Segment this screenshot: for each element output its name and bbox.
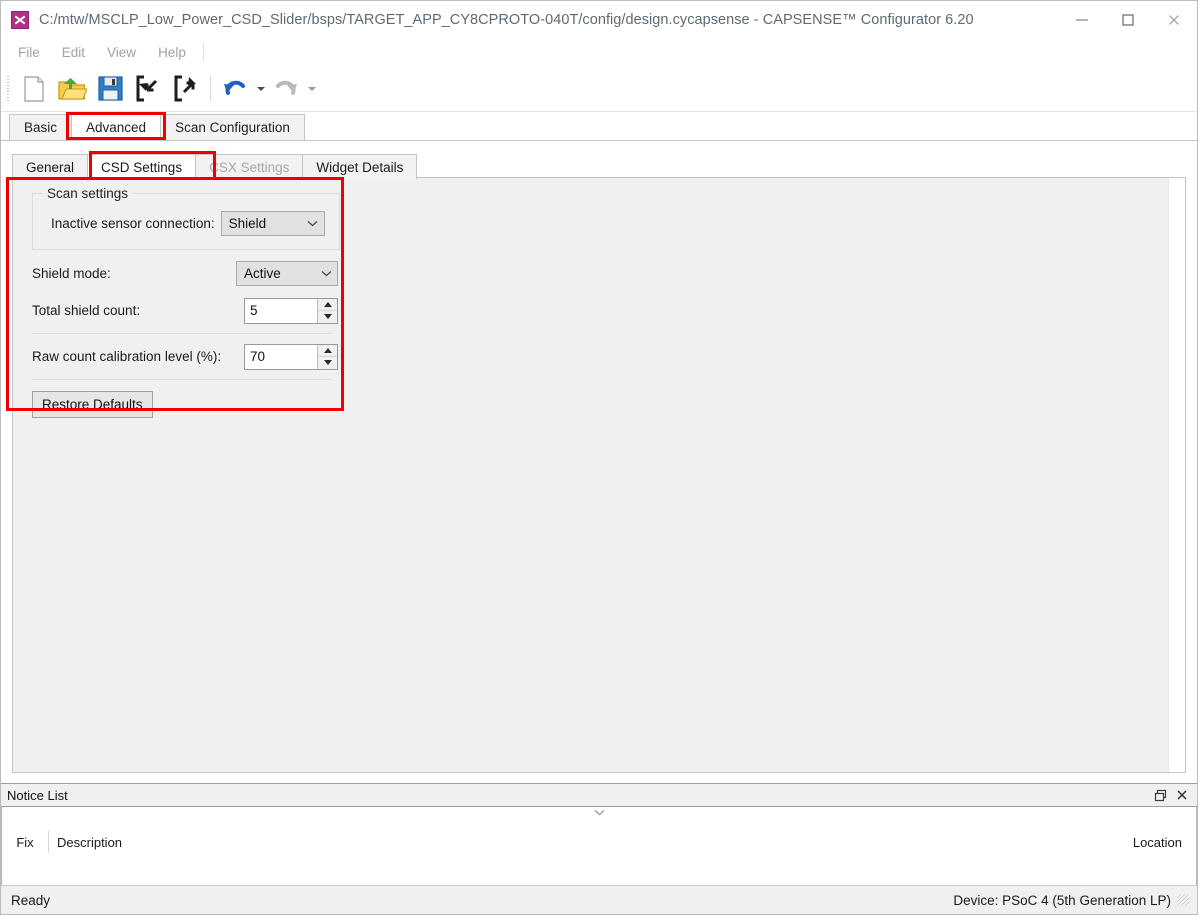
chevron-down-icon [315, 270, 337, 277]
total-shield-count-spinbox[interactable]: 5 [244, 297, 338, 324]
tab-general[interactable]: General [12, 154, 89, 179]
inactive-sensor-connection-label: Inactive sensor connection: [51, 216, 215, 231]
panel-vertical-scrollbar[interactable] [1168, 178, 1185, 772]
maximize-icon[interactable] [1105, 5, 1151, 35]
status-message: Ready [11, 892, 51, 908]
form-divider [32, 333, 332, 334]
close-icon[interactable] [1151, 5, 1197, 35]
notice-list-title: Notice List [7, 787, 68, 803]
scan-settings-group-title: Scan settings [43, 186, 133, 201]
menu-item-help[interactable]: Help [147, 41, 197, 64]
primary-tab-bar: Basic Advanced Scan Configuration [1, 112, 1197, 141]
restore-defaults-button[interactable]: Restore Defaults [32, 391, 153, 418]
window-controls [1059, 1, 1197, 38]
application-window: C:/mtw/MSCLP_Low_Power_CSD_Slider/bsps/T… [0, 0, 1198, 915]
row-shield-mode: Shield mode: Active [18, 258, 348, 289]
column-header-description[interactable]: Description [48, 831, 1125, 853]
total-shield-count-label: Total shield count: [32, 303, 141, 318]
row-raw-count-calibration-level: Raw count calibration level (%): 70 [18, 341, 348, 372]
status-bar: Ready Device: PSoC 4 (5th Generation LP) [1, 885, 1197, 914]
redo-icon [267, 70, 305, 108]
toolbar-drag-handle[interactable] [5, 75, 11, 102]
tab-scan-configuration[interactable]: Scan Configuration [160, 114, 305, 140]
redo-dropdown-arrow[interactable] [305, 70, 318, 108]
device-label: Device: PSoC 4 (5th Generation LP) [953, 892, 1171, 908]
raw-count-calibration-level-stepper [317, 344, 337, 369]
total-shield-count-stepper [317, 298, 337, 323]
menu-item-view[interactable]: View [96, 41, 147, 64]
tab-csd-settings[interactable]: CSD Settings [87, 154, 197, 179]
notice-list-header: Notice List [1, 784, 1197, 807]
save-icon[interactable] [91, 70, 129, 108]
notice-list-columns: Fix Description Location [2, 831, 1196, 853]
secondary-tab-bar: General CSD Settings CSX Settings Widget… [12, 153, 418, 179]
tab-widget-details[interactable]: Widget Details [302, 154, 418, 179]
menu-item-file[interactable]: File [7, 41, 51, 64]
menu-divider [202, 42, 204, 62]
row-total-shield-count: Total shield count: 5 [18, 295, 348, 326]
menu-item-edit[interactable]: Edit [51, 41, 96, 64]
resize-grip[interactable] [1177, 894, 1189, 906]
stepper-up-icon[interactable] [318, 345, 337, 357]
raw-count-calibration-level-value[interactable]: 70 [245, 345, 317, 369]
chevron-down-icon[interactable] [2, 808, 1196, 817]
column-header-location[interactable]: Location [1125, 831, 1196, 853]
scan-settings-form: Scan settings Inactive sensor connection… [18, 183, 348, 418]
open-folder-icon[interactable] [53, 70, 91, 108]
tab-csx-settings: CSX Settings [195, 154, 304, 179]
close-icon[interactable] [1171, 786, 1193, 804]
content-region: General CSD Settings CSX Settings Widget… [1, 141, 1197, 783]
undo-icon[interactable] [216, 70, 254, 108]
notice-list-dock: Notice List Fix Description Location [1, 783, 1197, 885]
stepper-down-icon[interactable] [318, 311, 337, 323]
float-window-icon[interactable] [1149, 786, 1171, 804]
shield-mode-value: Active [244, 266, 281, 281]
scan-settings-group: Scan settings Inactive sensor connection… [32, 186, 340, 250]
stepper-up-icon[interactable] [318, 299, 337, 311]
raw-count-calibration-level-spinbox[interactable]: 70 [244, 343, 338, 370]
row-inactive-sensor-connection: Inactive sensor connection: Shield [43, 208, 329, 239]
column-header-fix[interactable]: Fix [2, 831, 48, 853]
toolbar-divider [210, 75, 211, 102]
inactive-sensor-connection-value: Shield [228, 216, 267, 231]
raw-count-calibration-level-label: Raw count calibration level (%): [32, 349, 222, 364]
export-icon[interactable] [167, 70, 205, 108]
chevron-down-icon [302, 220, 324, 227]
menu-bar: File Edit View Help [1, 38, 1197, 66]
tab-advanced[interactable]: Advanced [71, 114, 162, 140]
toolbar [1, 66, 1197, 112]
window-title: C:/mtw/MSCLP_Low_Power_CSD_Slider/bsps/T… [39, 11, 974, 28]
import-icon[interactable] [129, 70, 167, 108]
stepper-down-icon[interactable] [318, 357, 337, 369]
total-shield-count-value[interactable]: 5 [245, 299, 317, 323]
shield-mode-label: Shield mode: [32, 266, 111, 281]
minimize-icon[interactable] [1059, 5, 1105, 35]
undo-dropdown-arrow[interactable] [254, 70, 267, 108]
capsense-app-icon [11, 10, 29, 29]
title-bar: C:/mtw/MSCLP_Low_Power_CSD_Slider/bsps/T… [1, 1, 1197, 38]
form-divider [32, 379, 332, 380]
tab-basic[interactable]: Basic [9, 114, 73, 140]
notice-list-body: Fix Description Location [1, 807, 1197, 885]
shield-mode-combobox[interactable]: Active [236, 261, 338, 286]
inactive-sensor-connection-combobox[interactable]: Shield [220, 211, 325, 236]
csd-settings-panel: Scan settings Inactive sensor connection… [12, 177, 1186, 773]
new-file-icon[interactable] [15, 70, 53, 108]
